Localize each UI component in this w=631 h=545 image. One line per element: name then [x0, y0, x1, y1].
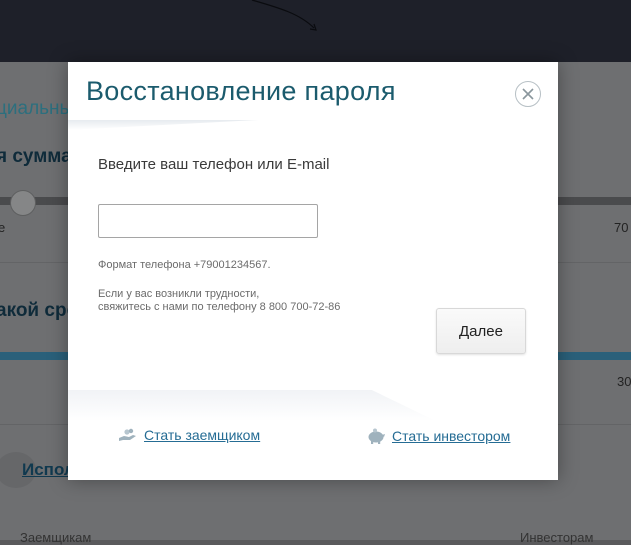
bg-slider-min: е — [0, 220, 6, 235]
become-borrower-link[interactable]: Стать заемщиком — [118, 427, 260, 443]
bg-amount-slider-knob — [10, 190, 36, 216]
close-icon — [522, 88, 534, 100]
become-investor-label: Стать инвестором — [392, 428, 511, 444]
phone-or-email-input[interactable] — [98, 204, 318, 238]
phone-format-hint: Формат телефона +79001234567. — [98, 259, 271, 271]
next-button[interactable]: Далее — [436, 308, 526, 354]
help-text-line-2: свяжитесь с нами по телефону 8 800 700-7… — [98, 301, 341, 313]
close-button[interactable] — [515, 81, 541, 107]
password-recovery-modal: Восстановление пароля Введите ваш телефо… — [68, 62, 558, 480]
modal-title: Восстановление пароля — [86, 76, 396, 106]
hand-coins-icon — [119, 428, 136, 441]
contact-field-label: Введите ваш телефон или E-mail — [98, 156, 330, 173]
title-divider — [68, 120, 258, 130]
become-investor-link[interactable]: Стать инвестором — [366, 427, 510, 445]
bg-section-title: циальны — [0, 98, 74, 119]
bg-borrowers-text: Заемщикам — [20, 530, 92, 545]
help-text-line-1: Если у вас возникли трудности, — [98, 288, 260, 300]
bg-amount-label: я сумма — [0, 146, 72, 167]
piggy-bank-icon — [368, 428, 385, 444]
bg-slider2-max: 30 — [617, 374, 631, 389]
decorative-arrow — [251, 0, 317, 31]
bg-slider-max: 70 — [614, 220, 629, 235]
become-borrower-label: Стать заемщиком — [144, 427, 261, 443]
bg-investors-text: Инвесторам — [520, 530, 594, 545]
bg-term-label: акой сро — [0, 300, 79, 321]
